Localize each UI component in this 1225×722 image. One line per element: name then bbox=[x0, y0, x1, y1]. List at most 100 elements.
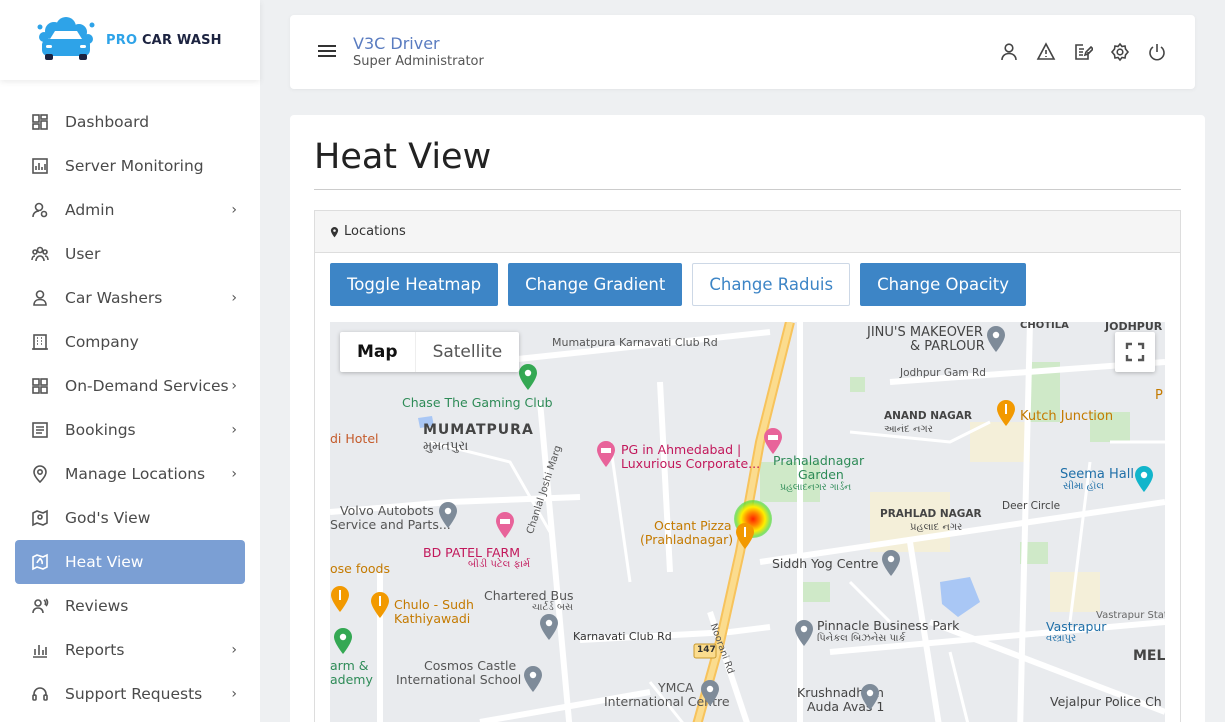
sidebar-item-bookings[interactable]: Bookings › bbox=[15, 408, 245, 452]
fullscreen-button[interactable] bbox=[1115, 332, 1155, 372]
map-label: JINU'S MAKEOVER bbox=[867, 325, 983, 340]
sidebar-item-admin[interactable]: Admin › bbox=[15, 188, 245, 232]
map-label: & PARLOUR bbox=[910, 339, 985, 354]
map-pin-restaurant-icon[interactable] bbox=[996, 400, 1016, 426]
sidebar-item-gods-view[interactable]: God's View bbox=[15, 496, 245, 540]
sidebar-item-car-washers[interactable]: Car Washers › bbox=[15, 276, 245, 320]
map-label: પિનેકલ બિઝનેસ પાર્ક bbox=[817, 633, 906, 644]
map-label: બીડી પટેલ ફાર્મ bbox=[468, 559, 531, 570]
sidebar-item-label: Dashboard bbox=[65, 113, 150, 131]
map-pin-green-icon[interactable] bbox=[333, 628, 353, 654]
bar-chart-icon bbox=[31, 641, 49, 659]
map-type-satellite-button[interactable]: Satellite bbox=[416, 332, 520, 372]
map-label: Kathiyawadi bbox=[394, 611, 471, 626]
map-pin-grey-icon[interactable] bbox=[700, 680, 720, 706]
map-pin-hotel-icon[interactable] bbox=[596, 441, 616, 467]
map-label: પ્રહલાદ નગર bbox=[910, 522, 963, 533]
map-pin-grey-icon[interactable] bbox=[881, 550, 901, 576]
locations-panel: Locations Toggle Heatmap Change Gradient… bbox=[314, 210, 1181, 722]
chevron-right-icon: › bbox=[231, 686, 237, 702]
list-icon bbox=[31, 421, 49, 439]
user-name: V3C Driver bbox=[353, 34, 440, 53]
brand-logo[interactable]: PRO CAR WASH bbox=[0, 0, 260, 80]
chevron-right-icon: › bbox=[231, 378, 237, 394]
power-icon[interactable] bbox=[1147, 42, 1167, 62]
chevron-right-icon: › bbox=[231, 642, 237, 658]
map-label: arm & bbox=[330, 658, 369, 673]
header-actions bbox=[999, 42, 1167, 62]
brand-pro: PRO bbox=[106, 32, 138, 48]
sidebar-item-label: Company bbox=[65, 333, 139, 351]
map-label: PG in Ahmedabad | bbox=[621, 442, 742, 457]
heatmap-icon bbox=[31, 553, 49, 571]
chevron-right-icon: › bbox=[231, 290, 237, 306]
reviews-icon bbox=[31, 597, 49, 615]
map-label: Vastrapur bbox=[1046, 619, 1107, 634]
sidebar-item-reviews[interactable]: Reviews bbox=[15, 584, 245, 628]
hamburger-menu-icon[interactable] bbox=[318, 45, 336, 57]
map-label: મુમતપુરા bbox=[423, 439, 469, 454]
main-card: Heat View Locations Toggle Heatmap Chang… bbox=[290, 115, 1205, 722]
map-label: Chartered Bus bbox=[484, 588, 574, 603]
sidebar-item-label: Car Washers bbox=[65, 289, 163, 307]
sidebar-item-dashboard[interactable]: Dashboard bbox=[15, 100, 245, 144]
chevron-right-icon: › bbox=[231, 466, 237, 482]
location-icon bbox=[31, 465, 49, 483]
sidebar-item-heat-view[interactable]: Heat View bbox=[15, 540, 245, 584]
sidebar-item-company[interactable]: Company bbox=[15, 320, 245, 364]
profile-icon[interactable] bbox=[999, 42, 1019, 62]
sidebar-item-support-requests[interactable]: Support Requests › bbox=[15, 672, 245, 716]
car-wash-logo-icon bbox=[37, 17, 95, 60]
sidebar-item-user[interactable]: User bbox=[15, 232, 245, 276]
map-pin-hotel-icon[interactable] bbox=[495, 512, 515, 538]
map-label: International School bbox=[396, 672, 522, 687]
map-pin-grey-icon[interactable] bbox=[523, 666, 543, 692]
brand-name: PRO CAR WASH bbox=[106, 33, 222, 48]
map-pin-grey-icon[interactable] bbox=[860, 684, 880, 710]
map-label: PRAHLAD NAGAR bbox=[880, 508, 982, 520]
alert-icon[interactable] bbox=[1036, 42, 1056, 62]
sidebar-item-on-demand-services[interactable]: On-Demand Services › bbox=[15, 364, 245, 408]
users-icon bbox=[31, 245, 49, 263]
map-label: P bbox=[1155, 388, 1163, 403]
map-label: Luxurious Corporate... bbox=[621, 456, 761, 471]
map-pin-grey-icon[interactable] bbox=[438, 502, 458, 528]
map-pin-restaurant-icon[interactable] bbox=[370, 592, 390, 618]
map-pin-restaurant-icon[interactable] bbox=[330, 586, 350, 612]
heat-map[interactable]: Mumatpura Karnavati Club Rd Chase The Ga… bbox=[330, 322, 1165, 722]
sidebar-item-label: User bbox=[65, 245, 101, 263]
map-pin-restaurant-icon[interactable] bbox=[735, 523, 755, 549]
map-pin-grey-icon[interactable] bbox=[986, 326, 1006, 352]
map-type-map-button[interactable]: Map bbox=[340, 332, 416, 372]
sidebar-item-server-monitoring[interactable]: Server Monitoring bbox=[15, 144, 245, 188]
map-marker-icon bbox=[330, 226, 340, 238]
map-label: Jodhpur Gam Rd bbox=[900, 367, 986, 379]
admin-icon bbox=[31, 201, 49, 219]
map-type-toggle: Map Satellite bbox=[340, 332, 520, 372]
sidebar-item-manage-locations[interactable]: Manage Locations › bbox=[15, 452, 245, 496]
map-label: Seema Hall bbox=[1060, 467, 1134, 482]
map-pin-grey-icon[interactable] bbox=[794, 620, 814, 646]
toggle-heatmap-button[interactable]: Toggle Heatmap bbox=[330, 263, 499, 306]
change-gradient-button[interactable]: Change Gradient bbox=[508, 263, 683, 306]
map-pin-hotel-icon[interactable] bbox=[763, 428, 783, 454]
sidebar-item-label: Reports bbox=[65, 641, 125, 659]
map-pin-grey-icon[interactable] bbox=[539, 614, 559, 640]
map-pin-green-icon[interactable] bbox=[518, 364, 538, 390]
map-label: સીમા હૉલ bbox=[1063, 481, 1104, 492]
person-icon bbox=[31, 289, 49, 307]
change-radius-button[interactable]: Change Raduis bbox=[692, 263, 851, 306]
change-opacity-button[interactable]: Change Opacity bbox=[860, 263, 1026, 306]
edit-icon[interactable] bbox=[1073, 42, 1093, 62]
sidebar-item-reports[interactable]: Reports › bbox=[15, 628, 245, 672]
fullscreen-icon bbox=[1125, 342, 1145, 362]
sidebar-item-label: God's View bbox=[65, 509, 151, 527]
map-pin-hall-icon[interactable] bbox=[1134, 466, 1154, 492]
sidebar-item-label: Admin bbox=[65, 201, 115, 219]
map-label: Deer Circle bbox=[1002, 500, 1061, 512]
map-label: Siddh Yog Centre bbox=[772, 556, 879, 571]
map-label: ANAND NAGAR bbox=[884, 410, 972, 422]
map-label: di Hotel bbox=[330, 431, 379, 446]
settings-icon[interactable] bbox=[1110, 42, 1130, 62]
sidebar-item-label: Bookings bbox=[65, 421, 136, 439]
